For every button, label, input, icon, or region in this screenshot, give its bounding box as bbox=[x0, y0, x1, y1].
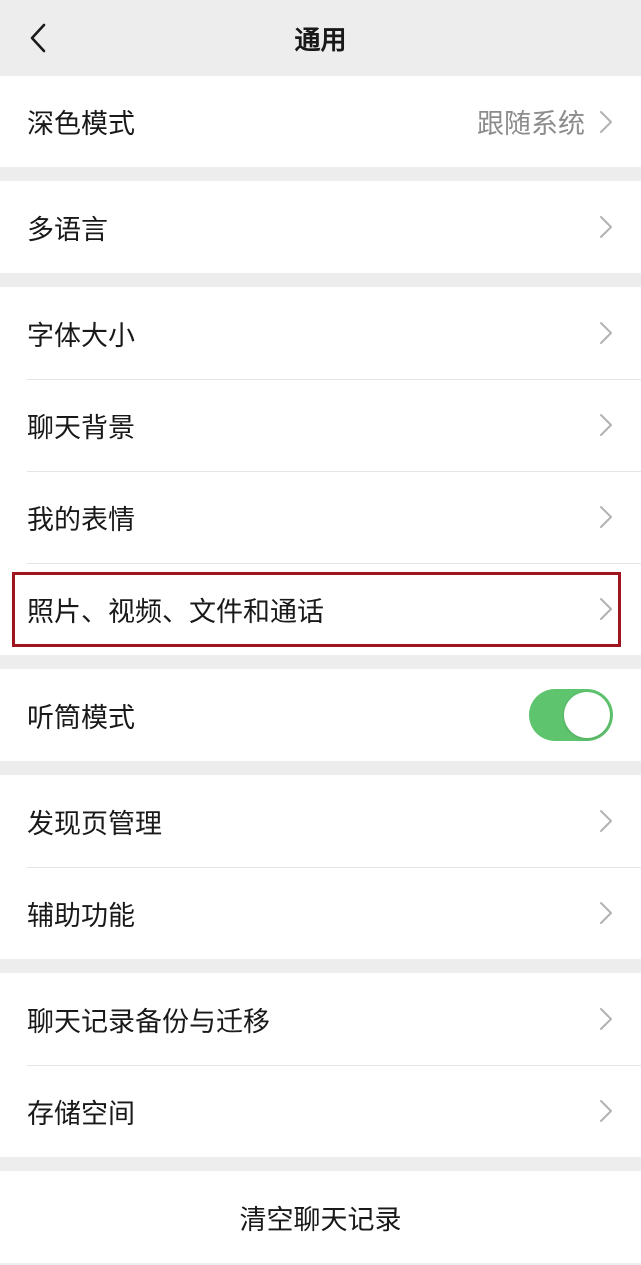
language-group: 多语言 bbox=[0, 181, 641, 273]
dark-mode-group: 深色模式 跟随系统 bbox=[0, 76, 641, 167]
toggle-knob bbox=[564, 692, 610, 738]
storage-space-label: 存储空间 bbox=[27, 1098, 135, 1130]
discover-manage-row[interactable]: 发现页管理 bbox=[0, 775, 641, 867]
back-button[interactable] bbox=[18, 16, 58, 60]
storage-space-row[interactable]: 存储空间 bbox=[0, 1065, 641, 1157]
backup-label: 聊天记录备份与迁移 bbox=[27, 1006, 270, 1038]
media-row[interactable]: 照片、视频、文件和通话 bbox=[0, 563, 641, 655]
chevron-right-icon bbox=[599, 809, 613, 833]
chat-background-row[interactable]: 聊天背景 bbox=[0, 379, 641, 471]
storage-group: 聊天记录备份与迁移 存储空间 bbox=[0, 973, 641, 1157]
language-row[interactable]: 多语言 bbox=[0, 181, 641, 273]
my-stickers-row[interactable]: 我的表情 bbox=[0, 471, 641, 563]
earpiece-label: 听筒模式 bbox=[27, 702, 135, 734]
font-size-label: 字体大小 bbox=[27, 320, 135, 352]
nav-bar: 通用 bbox=[0, 0, 641, 76]
chevron-right-icon bbox=[599, 110, 613, 134]
clear-chat-history-button[interactable]: 清空聊天记录 bbox=[0, 1171, 641, 1263]
dark-mode-row[interactable]: 深色模式 跟随系统 bbox=[0, 76, 641, 167]
language-label: 多语言 bbox=[27, 214, 108, 246]
chevron-right-icon bbox=[599, 413, 613, 437]
display-group: 字体大小 聊天背景 我的表情 照片、视频、文件和通话 bbox=[0, 287, 641, 655]
chevron-right-icon bbox=[599, 1099, 613, 1123]
my-stickers-label: 我的表情 bbox=[27, 504, 135, 536]
accessibility-row[interactable]: 辅助功能 bbox=[0, 867, 641, 959]
earpiece-row: 听筒模式 bbox=[0, 669, 641, 761]
media-label: 照片、视频、文件和通话 bbox=[27, 596, 324, 628]
earpiece-group: 听筒模式 bbox=[0, 669, 641, 761]
dark-mode-value: 跟随系统 bbox=[477, 109, 585, 140]
chevron-right-icon bbox=[599, 321, 613, 345]
chat-background-label: 聊天背景 bbox=[27, 412, 135, 444]
font-size-row[interactable]: 字体大小 bbox=[0, 287, 641, 379]
dark-mode-label: 深色模式 bbox=[27, 109, 135, 140]
discover-group: 发现页管理 辅助功能 bbox=[0, 775, 641, 959]
page-title: 通用 bbox=[294, 25, 347, 56]
chevron-right-icon bbox=[599, 505, 613, 529]
chevron-right-icon bbox=[599, 901, 613, 925]
discover-manage-label: 发现页管理 bbox=[27, 808, 162, 840]
chevron-right-icon bbox=[599, 1007, 613, 1031]
backup-row[interactable]: 聊天记录备份与迁移 bbox=[0, 973, 641, 1065]
earpiece-toggle[interactable] bbox=[529, 689, 613, 741]
chevron-left-icon bbox=[30, 23, 46, 53]
chevron-right-icon bbox=[599, 215, 613, 239]
chevron-right-icon bbox=[599, 597, 613, 621]
accessibility-label: 辅助功能 bbox=[27, 900, 135, 932]
